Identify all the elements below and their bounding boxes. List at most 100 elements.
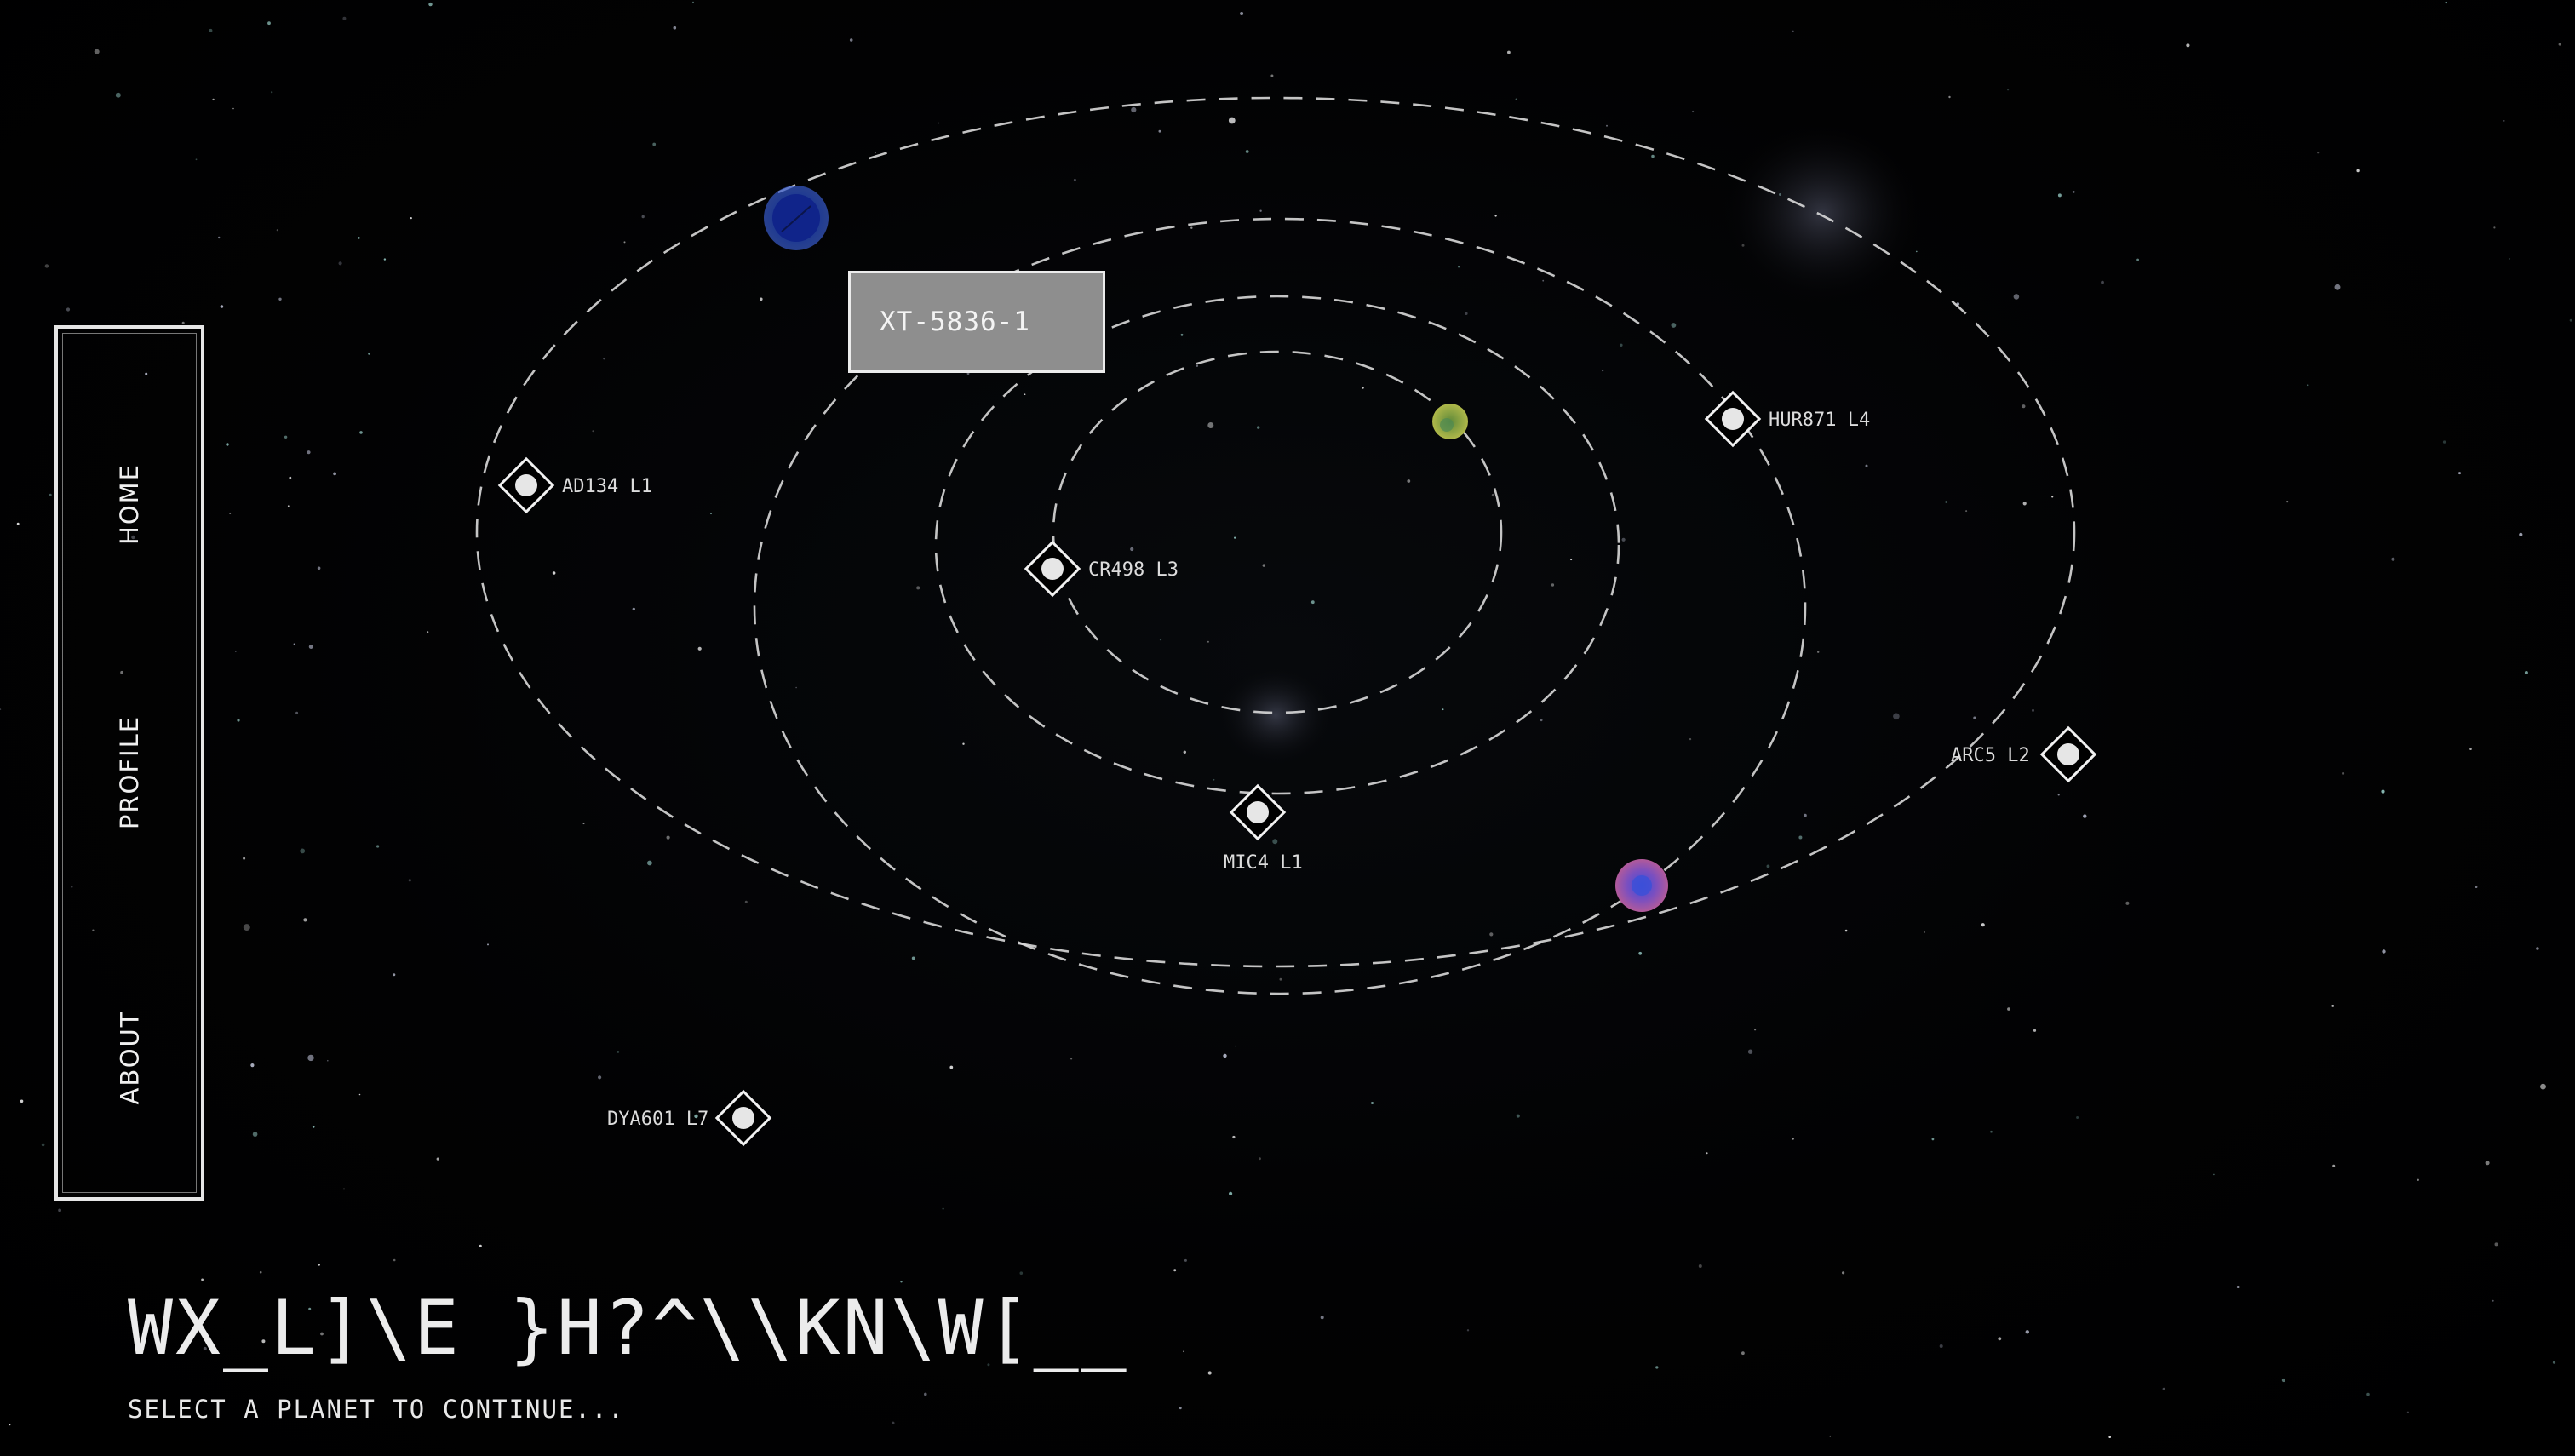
star (2524, 671, 2528, 674)
nav-profile-label: PROFILE (115, 714, 144, 830)
nav-about-label: ABOUT (115, 1010, 144, 1105)
blue-planet[interactable] (764, 186, 829, 250)
star (1070, 1058, 1073, 1060)
star (1924, 931, 1925, 933)
star (617, 1051, 620, 1053)
purple-planet[interactable] (1615, 859, 1668, 912)
star (1507, 50, 1511, 54)
station-mic4[interactable]: MIC4 L1 (1224, 783, 1303, 874)
star (1893, 713, 1900, 720)
star (2485, 1161, 2490, 1166)
star (2442, 440, 2446, 444)
station-dya601[interactable]: DYA601 L7 (607, 1089, 772, 1147)
planet-tooltip: XT-5836-1 (848, 271, 1105, 373)
star (1229, 1191, 1233, 1195)
star (232, 107, 234, 110)
star (271, 91, 273, 94)
star (250, 1063, 255, 1068)
star (1865, 464, 1868, 467)
star (195, 158, 198, 161)
star (582, 823, 585, 825)
star (1916, 250, 1918, 253)
star (1792, 30, 1794, 32)
star (427, 631, 429, 633)
star (1179, 1407, 1182, 1410)
star (201, 1278, 204, 1281)
star (938, 122, 939, 124)
nav-about[interactable]: ABOUT (63, 947, 196, 1168)
star (942, 1207, 944, 1210)
station-arc5[interactable]: ARC5 L2 (1951, 725, 2097, 783)
nav-profile[interactable]: PROFILE (63, 662, 196, 883)
green-planet[interactable] (1432, 404, 1468, 439)
star (376, 845, 380, 848)
star (1692, 110, 1695, 113)
star (58, 1208, 61, 1212)
star (1207, 1371, 1212, 1375)
star (795, 686, 797, 689)
star (2033, 1029, 2037, 1032)
star (289, 476, 292, 479)
star (1279, 977, 1282, 981)
station-label: MIC4 L1 (1224, 852, 1303, 874)
star (2509, 258, 2511, 260)
station-ad134[interactable]: AD134 L1 (497, 456, 652, 514)
star (623, 241, 626, 244)
star (66, 307, 71, 312)
star (1948, 95, 1951, 99)
star (0, 708, 2, 710)
star (1223, 1053, 1227, 1058)
star (383, 258, 387, 261)
star (1551, 583, 1555, 587)
star (1698, 1264, 1702, 1268)
star (1457, 266, 1460, 268)
star (2356, 169, 2360, 173)
star (1990, 1130, 1993, 1133)
star (243, 924, 250, 931)
star (2381, 789, 2385, 794)
page-subtitle: SELECT A PLANET TO CONTINUE... (128, 1395, 625, 1424)
star (1817, 651, 1820, 653)
star (317, 566, 321, 570)
star (1184, 1258, 1187, 1262)
star (212, 98, 215, 101)
star (2057, 193, 2062, 198)
star (342, 16, 347, 20)
station-core-icon (1722, 408, 1744, 430)
star (1542, 279, 1545, 282)
star (44, 264, 49, 268)
star (2125, 901, 2130, 905)
nav-home-label: HOME (114, 463, 144, 545)
star (2492, 1299, 2494, 1302)
star (2475, 886, 2478, 888)
star (2540, 1083, 2546, 1090)
star (2519, 532, 2523, 537)
star (2391, 557, 2395, 561)
station-hur871[interactable]: HUR871 L4 (1704, 390, 1870, 448)
station-core-icon (1041, 558, 1064, 580)
star (307, 1054, 314, 1062)
star (293, 643, 295, 645)
star (1754, 1029, 1757, 1031)
star (307, 450, 311, 455)
star (1407, 479, 1411, 483)
star (2286, 501, 2289, 503)
star (2493, 226, 2496, 229)
star (552, 571, 556, 575)
star (1515, 98, 1517, 100)
star (2025, 1330, 2029, 1334)
star (1207, 640, 1209, 643)
star (343, 1188, 345, 1190)
star (1606, 124, 1608, 127)
star (284, 435, 288, 439)
star (2331, 1005, 2335, 1007)
station-label: DYA601 L7 (607, 1109, 708, 1130)
star (1257, 426, 1260, 429)
nav-home[interactable]: HOME (63, 393, 196, 615)
station-cr498[interactable]: CR498 L3 (1024, 540, 1179, 598)
star (1024, 393, 1026, 396)
star (875, 152, 876, 154)
star (2213, 1173, 2215, 1176)
star (1259, 1157, 1261, 1161)
star (2382, 949, 2386, 954)
